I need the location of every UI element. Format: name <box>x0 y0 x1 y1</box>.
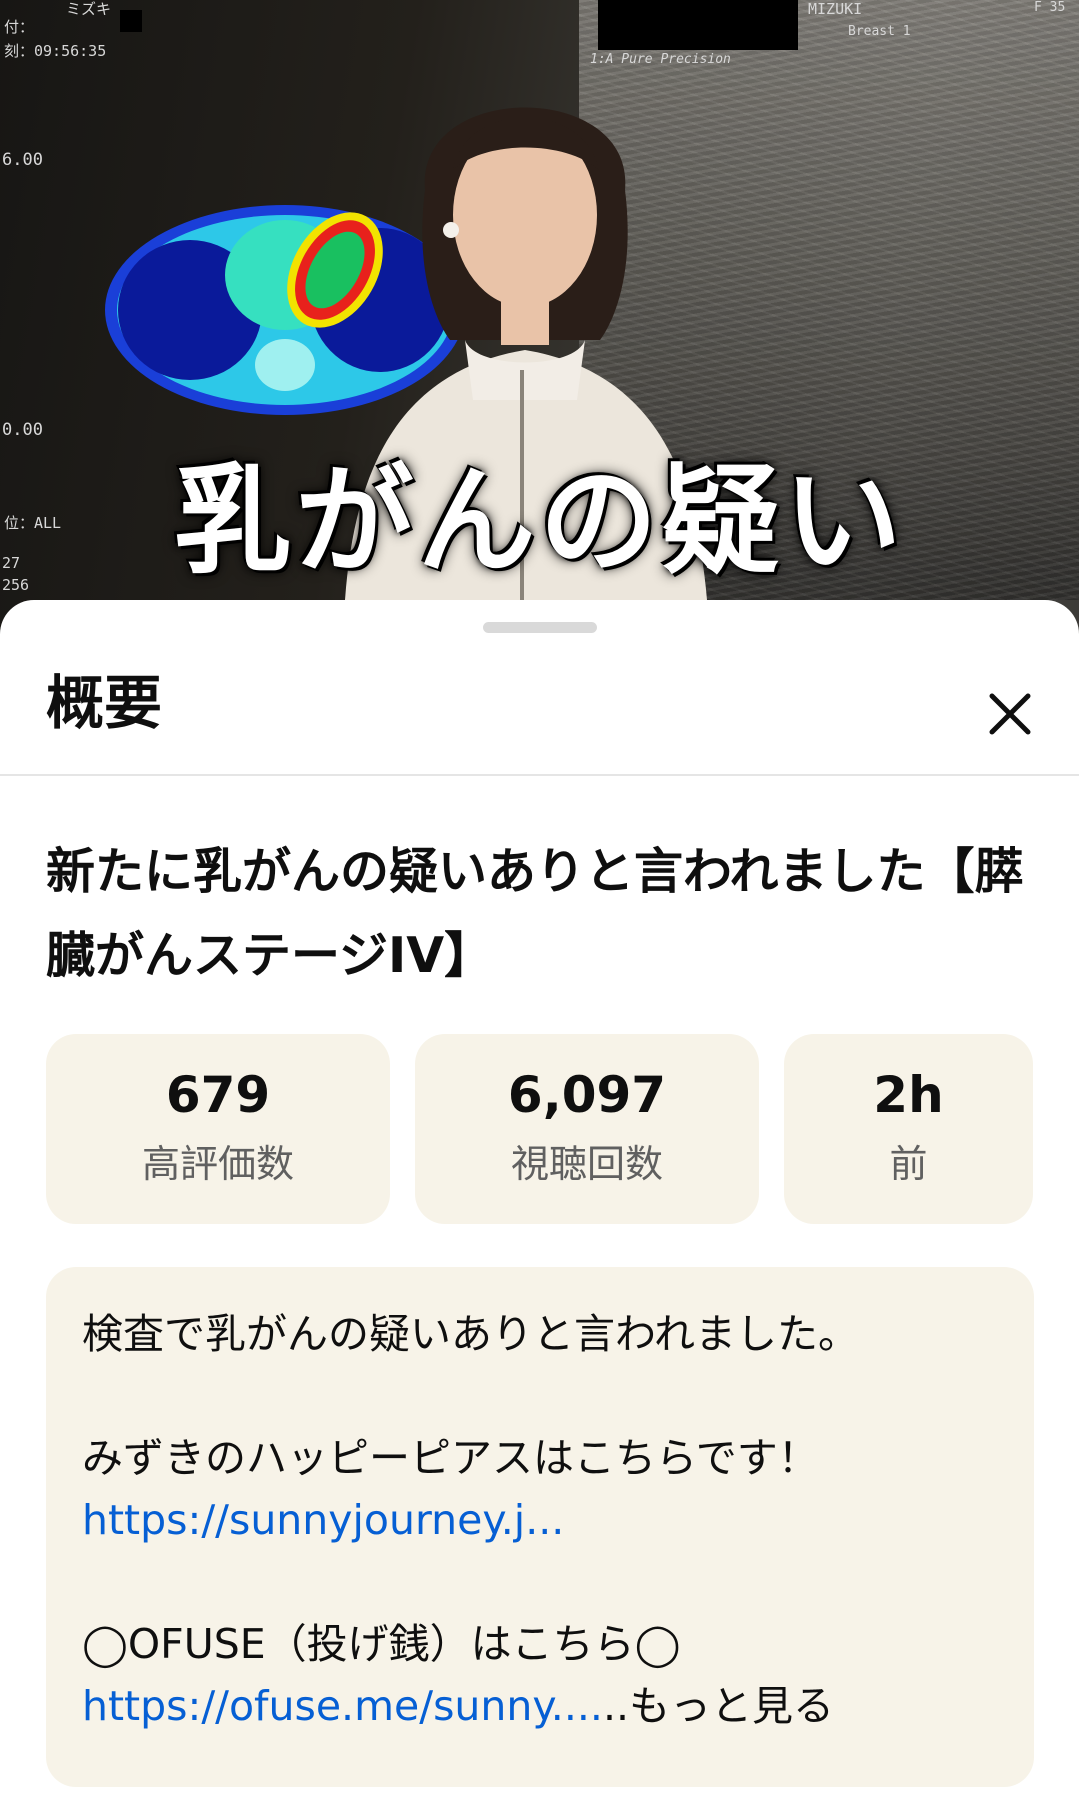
stat-views: 6,097 視聴回数 <box>415 1034 759 1224</box>
description-sheet: 概要 新たに乳がんの疑いありと言われました【膵臓がんステージIV】 679 高評… <box>0 600 1079 1816</box>
hud-katakana-name: ミズキ <box>66 0 112 18</box>
likes-count: 679 <box>165 1066 271 1124</box>
drag-handle[interactable] <box>483 622 597 633</box>
published-label: 前 <box>889 1142 928 1186</box>
views-label: 視聴回数 <box>510 1142 663 1186</box>
likes-label: 高評価数 <box>141 1142 294 1186</box>
description-last-line: https://ofuse.me/sunny......もっと見る <box>82 1675 998 1737</box>
description-box[interactable]: 検査で乳がんの疑いありと言われました。 みずきのハッピーピアスはこちらです！ h… <box>46 1267 1034 1787</box>
sheet-header: 概要 <box>0 660 1079 776</box>
published-ago: 2h <box>873 1066 944 1124</box>
redaction-bar <box>120 10 142 32</box>
hud-date-label: 付： <box>4 18 35 36</box>
stat-likes: 679 高評価数 <box>46 1034 390 1224</box>
description-line: ◯OFUSE（投げ銭）はこちら◯ <box>82 1620 681 1668</box>
hud-patient-name: MIZUKI <box>808 0 863 18</box>
show-more-button[interactable]: ..もっと見る <box>603 1682 834 1730</box>
hud-value-top: 6.00 <box>2 150 43 170</box>
views-count: 6,097 <box>507 1066 667 1124</box>
hud-region: Breast 1 <box>848 24 911 39</box>
description-link[interactable]: https://sunnyjourney.j... <box>82 1489 998 1551</box>
description-spacer <box>82 1551 998 1613</box>
description-line: みずきのハッピーピアスはこちらです！ <box>82 1434 819 1482</box>
video-title: 新たに乳がんの疑いありと言われました【膵臓がんステージIV】 <box>46 843 1024 984</box>
description-link[interactable]: https://ofuse.me/sunny.... <box>82 1682 603 1730</box>
description-spacer <box>82 1365 998 1427</box>
stat-published: 2h 前 <box>784 1034 1033 1224</box>
video-player[interactable]: ミズキ 付： 刻：09:56:35 6.00 0.00 位：ALL 27 256… <box>0 0 1079 650</box>
description-line: 検査で乳がんの疑いありと言われました。 <box>82 1310 859 1358</box>
thumbnail-overlay-title: 乳がんの疑い <box>173 452 906 590</box>
hud-time: 刻：09:56:35 <box>4 42 107 60</box>
hud-frame: F 35 <box>1034 0 1066 15</box>
close-icon <box>989 693 1031 735</box>
close-button[interactable] <box>976 680 1044 748</box>
sheet-title: 概要 <box>46 669 163 737</box>
